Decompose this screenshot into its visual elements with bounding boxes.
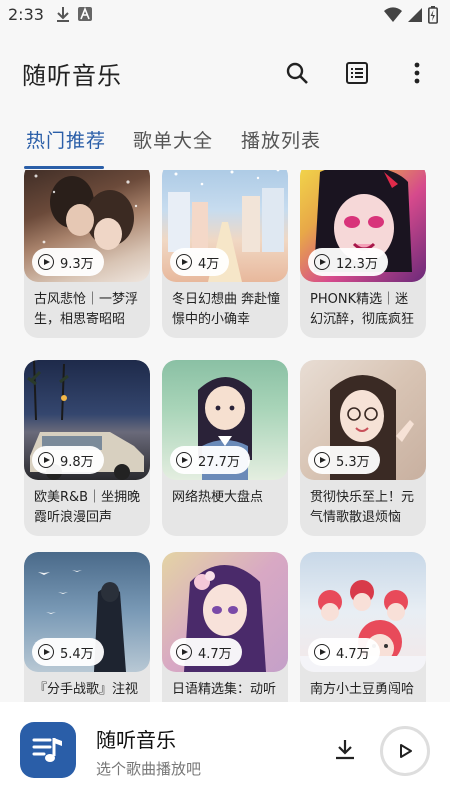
play-count: 5.3万 xyxy=(308,446,380,474)
search-icon xyxy=(286,62,308,84)
cover-image: 27.7万 xyxy=(162,360,288,480)
cover-image: 5.3万 xyxy=(300,360,426,480)
app-bar: 随听音乐 xyxy=(0,30,450,114)
card-title: 南方小土豆勇闯哈 xyxy=(310,682,415,697)
mini-player[interactable]: 随听音乐 选个歌曲播放吧 xyxy=(0,702,450,800)
play-icon xyxy=(176,254,192,270)
play-icon xyxy=(176,452,192,468)
play-count: 4.7万 xyxy=(308,638,380,666)
play-icon xyxy=(38,254,54,270)
play-count: 5.4万 xyxy=(32,638,104,666)
playlist-card[interactable]: 4万 冬日幻想曲 奔赴憧憬中的小确幸 xyxy=(162,170,288,338)
download-icon xyxy=(57,7,69,22)
play-icon xyxy=(314,254,330,270)
status-time: 2:33 xyxy=(8,5,44,24)
card-title: 古风悲怆｜一梦浮生，相思寄昭昭 xyxy=(34,292,139,327)
playlist-card[interactable]: 5.3万 贯彻快乐至上！元气情歌散退烦恼 xyxy=(300,360,426,536)
search-button[interactable] xyxy=(278,54,316,92)
play-count: 9.8万 xyxy=(32,446,104,474)
player-title: 随听音乐 xyxy=(96,728,176,752)
play-count: 27.7万 xyxy=(170,446,250,474)
tab-playlists[interactable]: 歌单大全 xyxy=(133,126,213,153)
play-count: 9.3万 xyxy=(32,248,104,276)
card-title: 贯彻快乐至上！元气情歌散退烦恼 xyxy=(310,490,415,525)
play-icon xyxy=(400,744,412,758)
wifi-icon xyxy=(384,7,402,23)
play-count: 12.3万 xyxy=(308,248,388,276)
more-vert-icon xyxy=(414,62,420,84)
tab-queue[interactable]: 播放列表 xyxy=(241,126,321,153)
music-note-icon xyxy=(32,738,62,762)
card-title: 冬日幻想曲 奔赴憧憬中的小确幸 xyxy=(172,292,281,327)
play-icon xyxy=(38,644,54,660)
playlist-button[interactable] xyxy=(338,54,376,92)
status-bar: 2:33 xyxy=(0,0,450,30)
player-cover xyxy=(20,722,76,778)
card-title: PHONK精选｜迷幻沉醉，彻底疯狂 xyxy=(310,292,415,327)
playlist-card[interactable]: 4.7万 日语精选集：动听 xyxy=(162,552,288,702)
tab-bar: 热门推荐 歌单大全 播放列表 xyxy=(0,114,450,170)
play-count: 4.7万 xyxy=(170,638,242,666)
text-a-icon xyxy=(78,6,92,21)
playlist-card[interactable]: 9.8万 欧美R&B｜坐拥晚霞听浪漫回声 xyxy=(24,360,150,536)
play-icon xyxy=(314,644,330,660)
tab-hot[interactable]: 热门推荐 xyxy=(26,126,106,153)
download-icon xyxy=(336,740,354,760)
card-title: 网络热梗大盘点 xyxy=(172,490,264,505)
list-icon xyxy=(346,62,368,84)
cover-image: 5.4万 xyxy=(24,552,150,672)
download-button[interactable] xyxy=(328,732,362,766)
play-count: 4万 xyxy=(170,248,230,276)
playlist-grid: 9.3万 古风悲怆｜一梦浮生，相思寄昭昭 4万 冬日幻想曲 奔赴憧憬中的小确幸 … xyxy=(0,170,450,702)
play-button[interactable] xyxy=(380,726,430,776)
playlist-card[interactable]: 12.3万 PHONK精选｜迷幻沉醉，彻底疯狂 xyxy=(300,170,426,338)
player-subtitle: 选个歌曲播放吧 xyxy=(96,760,202,778)
cover-image: 4.7万 xyxy=(162,552,288,672)
play-icon xyxy=(314,452,330,468)
battery-icon xyxy=(428,6,438,24)
cover-image: 9.8万 xyxy=(24,360,150,480)
card-title: 『分手战歌』注视 xyxy=(34,682,139,697)
cover-image: 9.3万 xyxy=(24,170,150,282)
cover-image: 4万 xyxy=(162,170,288,282)
tab-indicator xyxy=(24,166,104,169)
playlist-card[interactable]: 9.3万 古风悲怆｜一梦浮生，相思寄昭昭 xyxy=(24,170,150,338)
card-title: 日语精选集：动听 xyxy=(172,682,277,697)
play-icon xyxy=(38,452,54,468)
playlist-card[interactable]: 4.7万 南方小土豆勇闯哈 xyxy=(300,552,426,702)
cover-image: 12.3万 xyxy=(300,170,426,282)
play-icon xyxy=(176,644,192,660)
playlist-card[interactable]: 5.4万 『分手战歌』注视 xyxy=(24,552,150,702)
cover-image: 4.7万 xyxy=(300,552,426,672)
card-title: 欧美R&B｜坐拥晚霞听浪漫回声 xyxy=(34,490,141,525)
signal-icon xyxy=(408,8,422,22)
playlist-card[interactable]: 27.7万 网络热梗大盘点 xyxy=(162,360,288,536)
app-title: 随听音乐 xyxy=(22,62,122,90)
more-button[interactable] xyxy=(398,54,436,92)
